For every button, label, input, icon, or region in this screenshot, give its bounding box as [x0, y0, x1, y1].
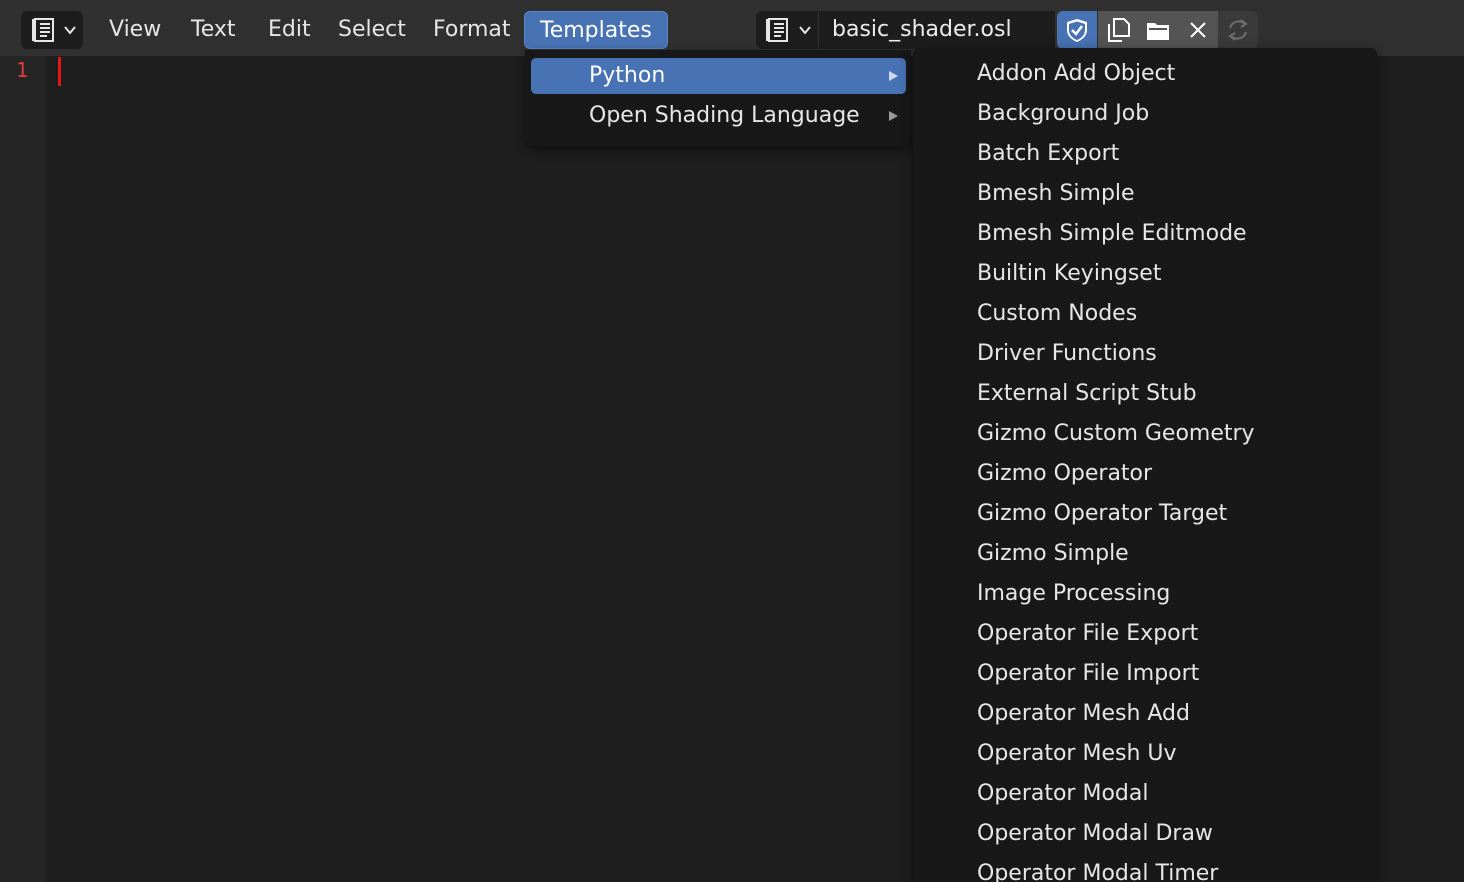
menu-select[interactable]: Select [323, 11, 421, 49]
text-editor-icon [32, 18, 54, 42]
template-item[interactable]: Gizmo Operator Target [977, 494, 1227, 534]
template-item[interactable]: Builtin Keyingset [977, 254, 1161, 294]
template-item[interactable]: Bmesh Simple [977, 174, 1135, 214]
template-item[interactable]: Custom Nodes [977, 294, 1137, 334]
submenu-arrow-icon [889, 111, 898, 121]
template-item[interactable]: Operator Modal Draw [977, 814, 1213, 854]
menu-item-label: Python [589, 63, 666, 88]
menu-item-python[interactable]: Python [531, 58, 906, 94]
line-number: 1 [16, 58, 29, 82]
template-item[interactable]: Operator File Export [977, 614, 1198, 654]
menu-format[interactable]: Format [418, 11, 526, 49]
line-number-gutter [0, 56, 46, 882]
template-item[interactable]: Image Processing [977, 574, 1170, 614]
text-cursor [58, 57, 61, 86]
textblock-name-field[interactable]: basic_shader.osl [819, 11, 1055, 49]
chevron-down-icon [64, 26, 76, 35]
template-item[interactable]: Bmesh Simple Editmode [977, 214, 1247, 254]
template-item[interactable]: Operator File Import [977, 654, 1199, 694]
editor-type-selector[interactable] [21, 11, 83, 49]
template-item[interactable]: External Script Stub [977, 374, 1197, 414]
templates-dropdown: Python Open Shading Language [525, 50, 911, 146]
template-item[interactable]: Operator Mesh Add [977, 694, 1190, 734]
shield-icon [1067, 19, 1087, 42]
template-item[interactable]: Gizmo Simple [977, 534, 1129, 574]
template-item[interactable]: Addon Add Object [977, 54, 1175, 94]
text-document-icon [766, 18, 788, 42]
folder-icon [1147, 23, 1169, 40]
unlink-text-button[interactable] [1178, 11, 1218, 49]
template-item[interactable]: Batch Export [977, 134, 1119, 174]
python-templates-submenu: Addon Add Object Background Job Batch Ex… [913, 48, 1377, 882]
template-item[interactable]: Background Job [977, 94, 1149, 134]
reload-icon [1228, 19, 1248, 41]
open-text-button[interactable] [1138, 11, 1178, 49]
menu-templates[interactable]: Templates [524, 11, 668, 49]
template-item[interactable]: Driver Functions [977, 334, 1157, 374]
menu-item-label: Open Shading Language [589, 103, 860, 128]
chevron-down-icon [799, 26, 811, 35]
duplicate-file-icon [1108, 18, 1130, 42]
menu-edit[interactable]: Edit [253, 11, 326, 49]
reload-text-button[interactable] [1218, 11, 1258, 49]
template-item[interactable]: Gizmo Operator [977, 454, 1152, 494]
textblock-browse-button[interactable] [756, 11, 818, 49]
menu-text[interactable]: Text [176, 11, 251, 49]
new-text-button[interactable] [1098, 11, 1138, 49]
submenu-arrow-icon [889, 71, 898, 81]
menu-view[interactable]: View [94, 11, 176, 49]
template-item[interactable]: Gizmo Custom Geometry [977, 414, 1255, 454]
close-icon [1190, 22, 1206, 38]
menu-item-open-shading-language[interactable]: Open Shading Language [531, 98, 906, 134]
template-item[interactable]: Operator Mesh Uv [977, 734, 1177, 774]
template-item[interactable]: Operator Modal Timer [977, 854, 1218, 882]
template-item[interactable]: Operator Modal [977, 774, 1148, 814]
fake-user-button[interactable] [1057, 11, 1097, 49]
